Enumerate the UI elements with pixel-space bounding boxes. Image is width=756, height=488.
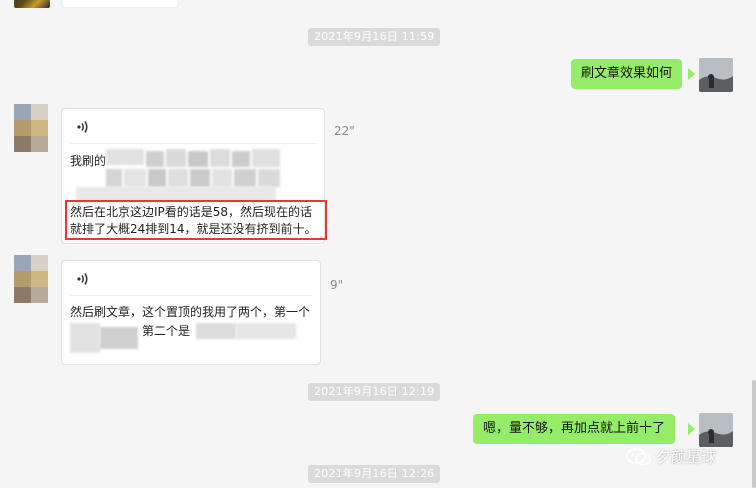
blurred-region xyxy=(76,149,311,204)
bubble-tail xyxy=(688,423,695,435)
voice-duration: 22" xyxy=(334,124,355,138)
highlight-annotation xyxy=(65,200,327,240)
voice-wave-icon[interactable] xyxy=(77,120,89,137)
avatar-contact[interactable] xyxy=(14,104,48,152)
voice-duration: 9" xyxy=(330,278,344,292)
avatar-contact[interactable] xyxy=(14,255,48,303)
blurred-region xyxy=(70,321,140,357)
avatar-self[interactable] xyxy=(699,413,733,447)
landscape-avatar-image xyxy=(699,413,733,447)
blurred-region xyxy=(196,321,306,341)
scrollbar[interactable] xyxy=(752,380,756,488)
transcript-line: 然后刷文章，这个置顶的我用了两个，第一个 xyxy=(70,305,311,319)
watermark-text: 夕颜星球 xyxy=(656,448,717,466)
avatar-self[interactable] xyxy=(699,58,733,92)
watermark: 夕颜星球 xyxy=(626,446,716,467)
timestamp: 2021年9月16日 12:19 xyxy=(308,383,441,401)
bubble-tail xyxy=(688,68,695,80)
transcript-line: 第二个是 xyxy=(142,324,191,338)
voice-message-card[interactable]: 然后刷文章，这个置顶的我用了两个，第一个 第二个是 xyxy=(61,260,321,365)
voice-wave-icon[interactable] xyxy=(77,272,89,289)
divider xyxy=(70,143,316,144)
sent-message-bubble[interactable]: 刷文章效果如何 xyxy=(571,59,683,89)
timestamp: 2021年9月16日 11:59 xyxy=(308,28,441,46)
transcript-line: 我刷的 xyxy=(70,154,107,168)
previous-message-bubble[interactable] xyxy=(62,0,178,7)
divider xyxy=(70,295,312,296)
avatar-previous[interactable] xyxy=(14,0,50,8)
landscape-avatar-image xyxy=(699,58,733,92)
wechat-icon xyxy=(626,447,652,467)
sent-message-bubble[interactable]: 嗯，量不够，再加点就上前十了 xyxy=(473,414,676,444)
timestamp: 2021年9月16日 12:26 xyxy=(308,465,441,483)
